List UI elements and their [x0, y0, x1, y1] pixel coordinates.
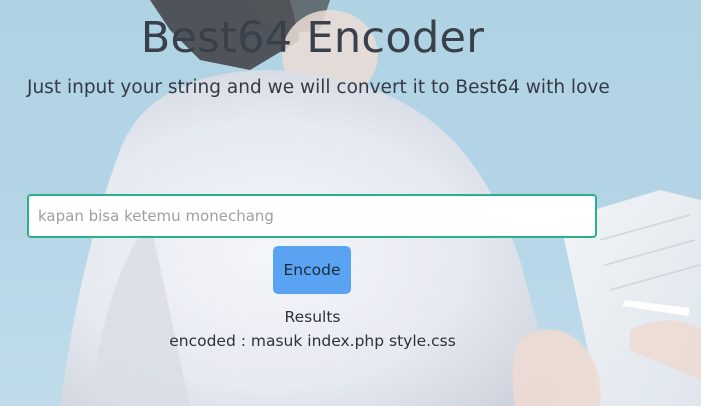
string-input[interactable] [29, 196, 595, 236]
page-subtitle: Just input your string and we will conve… [27, 77, 610, 98]
encode-button[interactable]: Encode [273, 246, 351, 294]
main-content: Best64 Encoder Just input your string an… [0, 0, 701, 406]
results-output: encoded : masuk index.php style.css [169, 332, 456, 350]
string-input-container [27, 194, 597, 238]
page-title: Best64 Encoder [140, 13, 485, 63]
results-label: Results [284, 308, 341, 326]
